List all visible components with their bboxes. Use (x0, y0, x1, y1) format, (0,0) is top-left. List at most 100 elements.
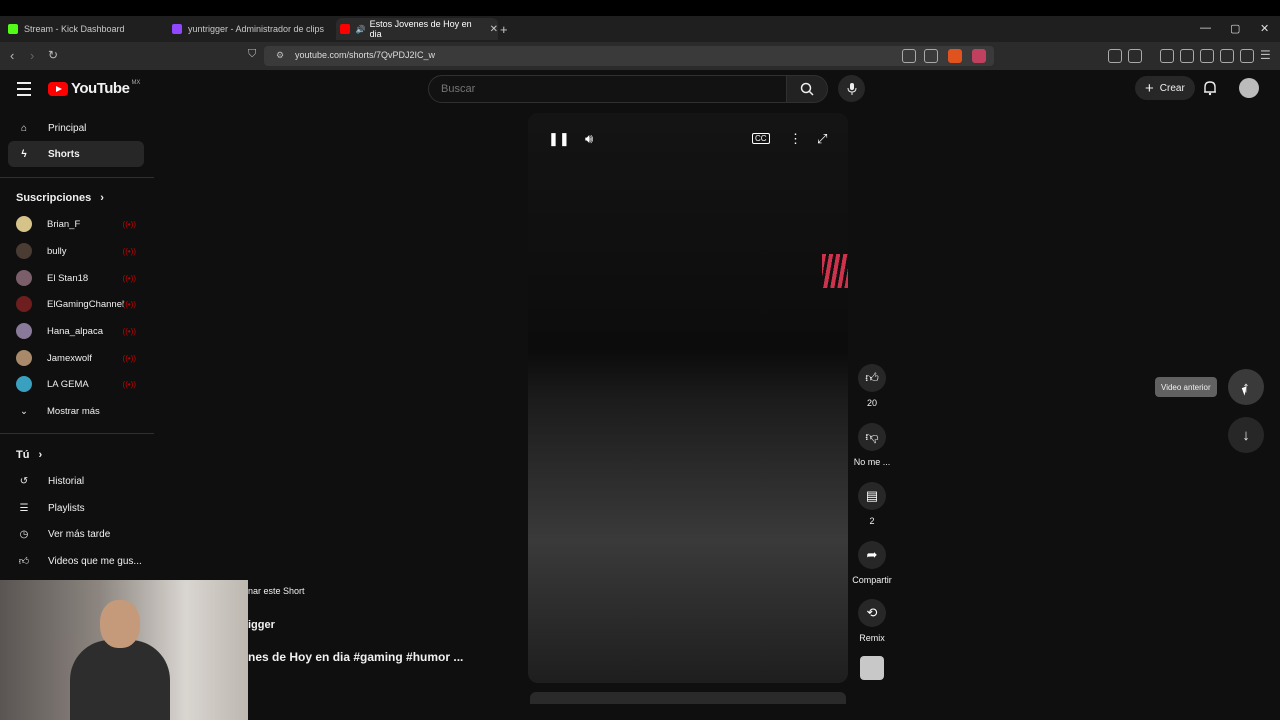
share-icon: ➦ (866, 547, 878, 562)
thumbs-up-icon: 👍︎ (865, 370, 879, 385)
shorts-video-player[interactable] (528, 113, 848, 683)
voice-search-button[interactable] (838, 75, 865, 102)
share-button[interactable]: ➦ (858, 541, 886, 569)
thumbs-down-icon: 👎︎ (865, 429, 879, 444)
wallet-icon[interactable] (1200, 49, 1214, 63)
sidebar-item-label: Principal (48, 122, 87, 134)
volume-icon[interactable]: 🔊︎ (585, 131, 593, 147)
brave-shield-icon[interactable] (948, 49, 962, 63)
sidebar-divider (0, 433, 154, 434)
twitch-favicon-icon (172, 24, 182, 34)
cast-icon[interactable] (902, 49, 916, 63)
pause-icon[interactable]: ❚❚ (548, 131, 570, 147)
fullscreen-icon[interactable]: ⤢ (817, 131, 827, 147)
you-header[interactable]: Tú › (16, 449, 42, 461)
short-title[interactable]: nes de Hoy en dia #gaming #humor ... (248, 650, 463, 664)
live-icon: ((•)) (122, 326, 136, 336)
site-info-icon[interactable]: ⚙ (276, 50, 284, 61)
back-icon[interactable]: ‹ (10, 48, 14, 63)
sidebar-item-shorts[interactable]: ϟ Shorts (8, 141, 144, 167)
bookmark-icon[interactable]: ⛉ (248, 48, 256, 61)
subscription-item[interactable]: LA GEMA ((•)) (16, 371, 140, 397)
extension-icon[interactable] (1108, 49, 1122, 63)
channel-avatar (16, 243, 32, 259)
subscription-item[interactable]: bully ((•)) (16, 238, 140, 264)
you-title: Tú (16, 449, 30, 461)
sidebar-toggle-icon[interactable] (1180, 49, 1194, 63)
dislike-label: No me ... (853, 457, 891, 467)
sidebar-item-historial[interactable]: ↺ Historial (8, 468, 144, 494)
youtube-logo[interactable]: YouTube MX (48, 80, 140, 97)
rewards-icon[interactable] (972, 49, 986, 63)
next-short-preview[interactable] (530, 692, 846, 704)
channel-avatar (16, 216, 32, 232)
subscription-item[interactable]: Hana_alpaca ((•)) (16, 318, 140, 344)
like-button[interactable]: 👍︎ (858, 364, 886, 392)
reload-icon[interactable]: ↻ (48, 48, 58, 62)
plus-icon: + (1145, 79, 1154, 97)
playlist-icon: ☰ (19, 502, 29, 514)
tab-close-icon[interactable]: ✕ (490, 24, 498, 35)
subscriptions-header[interactable]: Suscripciones › (16, 192, 104, 204)
comments-button[interactable]: ▤ (858, 482, 886, 510)
tab-youtube-shorts[interactable]: 🔊 Estos Jovenes de Hoy en dia ✕ (336, 18, 498, 40)
tab-twitch-clips[interactable]: yuntrigger - Administrador de clips (172, 18, 332, 40)
short-channel-name[interactable]: igger (248, 619, 275, 631)
leo-ai-icon[interactable] (1220, 49, 1234, 63)
audio-playing-icon: 🔊 (355, 24, 366, 34)
channel-avatar (16, 296, 32, 312)
search-button[interactable] (786, 75, 828, 103)
history-icon: ↺ (19, 475, 29, 487)
share-page-icon[interactable] (924, 49, 938, 63)
search-box[interactable] (428, 75, 788, 103)
account-avatar[interactable] (1239, 78, 1259, 98)
sidebar-item-principal[interactable]: ⌂ Principal (8, 115, 144, 141)
subscription-item[interactable]: ElGamingChannel ((•)) (16, 291, 140, 317)
guide-menu-icon[interactable] (17, 82, 31, 100)
channel-thumbnail[interactable] (860, 656, 884, 680)
next-video-button[interactable]: ↓ (1228, 417, 1264, 453)
channel-avatar (16, 270, 32, 286)
media-icon[interactable] (1160, 49, 1174, 63)
forward-icon[interactable]: › (30, 48, 34, 63)
clock-icon: ◷ (19, 528, 29, 540)
share-label: Compartir (852, 575, 892, 585)
window-close-icon[interactable]: ✕ (1260, 22, 1269, 35)
channel-name: bully (47, 245, 67, 257)
new-tab-button[interactable]: + (500, 18, 508, 40)
sidebar-item-ver-mas-tarde[interactable]: ◷ Ver más tarde (8, 521, 144, 547)
search-icon (800, 82, 814, 96)
minimize-icon[interactable]: — (1200, 22, 1211, 34)
video-red-light (822, 254, 848, 288)
remix-button[interactable]: ⟲ (858, 599, 886, 627)
tab-kick-dashboard[interactable]: Stream - Kick Dashboard (8, 18, 168, 40)
live-icon: ((•)) (122, 353, 136, 363)
channel-avatar (16, 323, 32, 339)
sidebar-item-playlists[interactable]: ☰ Playlists (8, 495, 144, 521)
short-overlay-label[interactable]: nar este Short (248, 586, 305, 596)
screenshot-icon[interactable] (1128, 49, 1142, 63)
kick-favicon-icon (8, 24, 18, 34)
show-more-button[interactable]: ⌄ Mostrar más (16, 398, 140, 424)
more-options-icon[interactable]: ⋮ (789, 131, 802, 147)
subscription-item[interactable]: El Stan18 ((•)) (16, 265, 140, 291)
maximize-icon[interactable]: ▢ (1230, 22, 1240, 35)
vpn-icon[interactable] (1240, 49, 1254, 63)
subscription-item[interactable]: Jamexwolf ((•)) (16, 345, 140, 371)
dislike-button[interactable]: 👎︎ (858, 423, 886, 451)
browser-menu-icon[interactable]: ☰ (1260, 48, 1271, 62)
tab-label: Stream - Kick Dashboard (24, 24, 125, 34)
live-icon: ((•)) (122, 219, 136, 229)
channel-avatar (16, 376, 32, 392)
subscription-item[interactable]: Brian_F ((•)) (16, 211, 140, 237)
live-icon: ((•)) (122, 246, 136, 256)
search-input[interactable] (439, 82, 773, 96)
captions-icon[interactable]: CC (752, 133, 770, 144)
channel-name: ElGamingChannel (47, 298, 125, 310)
youtube-play-icon (48, 81, 68, 96)
notifications-button[interactable] (1203, 80, 1217, 101)
sidebar-item-label: Historial (48, 475, 85, 487)
sidebar-item-liked-videos[interactable]: 👍︎ Videos que me gus... (8, 548, 144, 574)
create-button[interactable]: + Crear (1135, 76, 1195, 100)
live-icon: ((•)) (122, 379, 136, 389)
